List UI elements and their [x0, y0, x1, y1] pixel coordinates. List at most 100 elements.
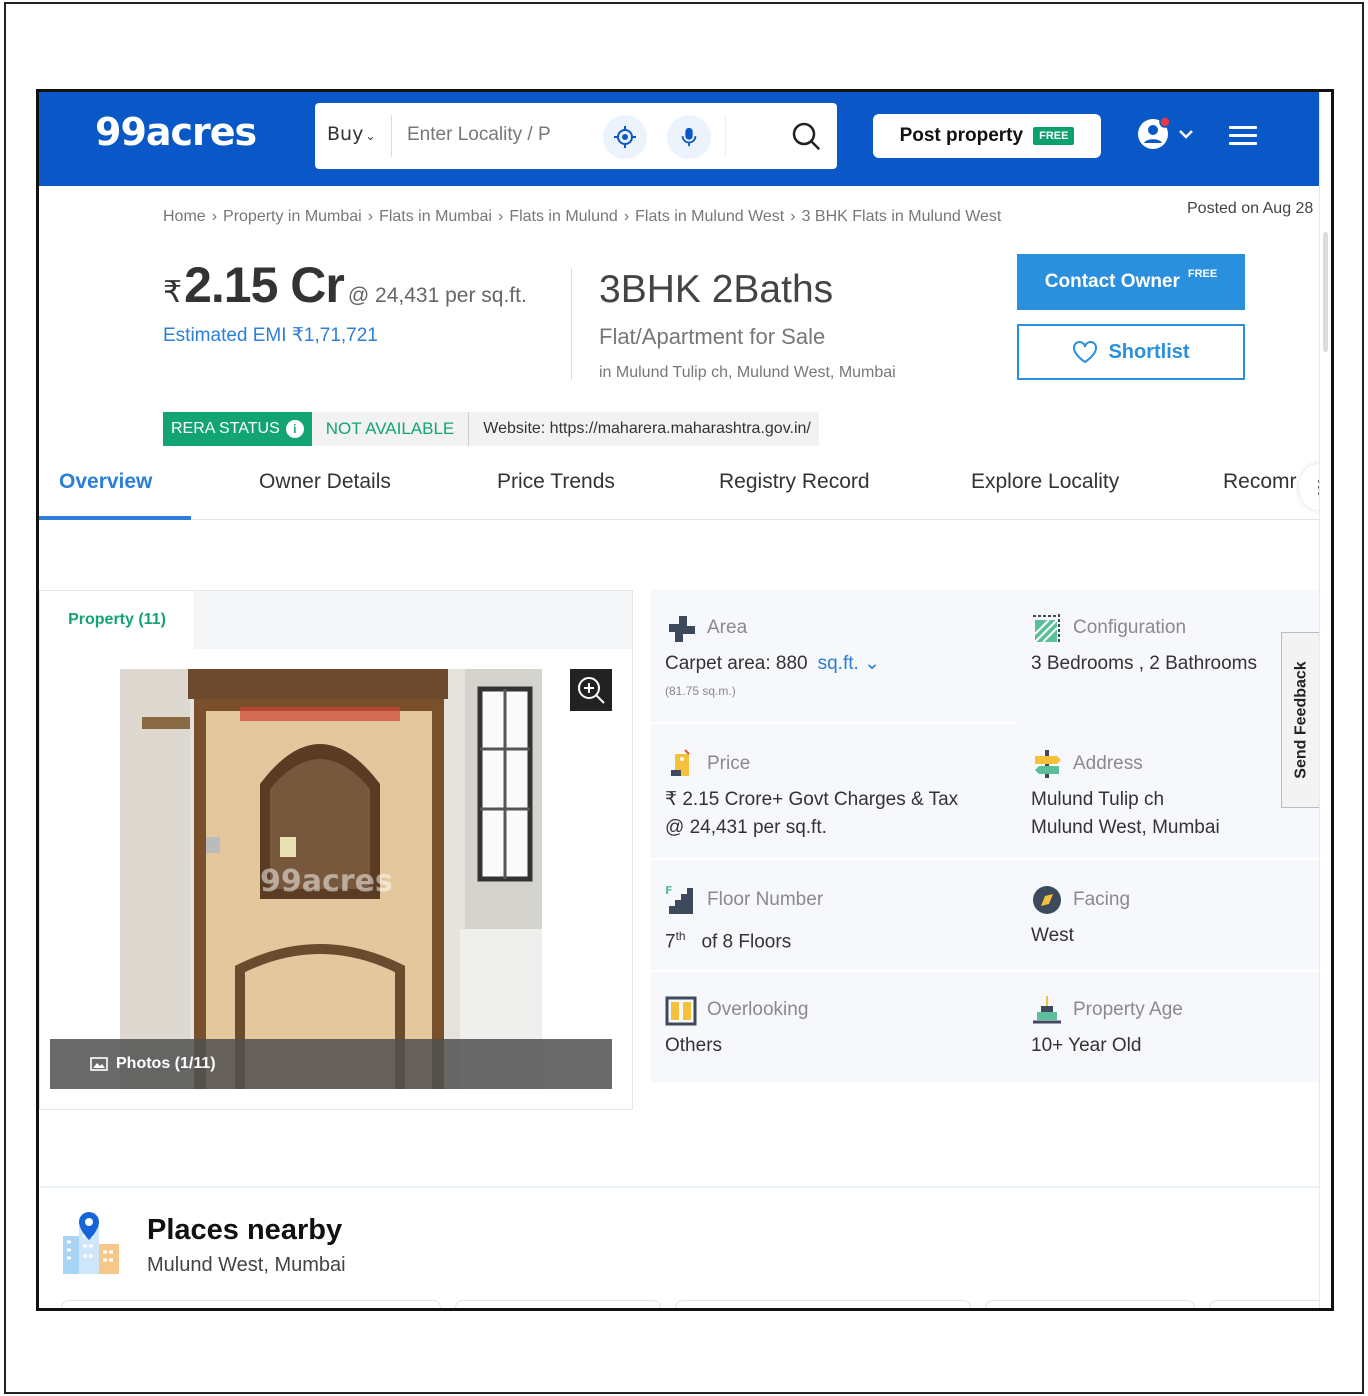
divider [651, 722, 1017, 724]
divider [725, 115, 726, 157]
rera-status-value: NOT AVAILABLE [311, 412, 469, 446]
shortlist-button[interactable]: Shortlist [1017, 324, 1245, 380]
tab-explore-locality[interactable]: Explore Locality [971, 470, 1119, 494]
nearby-card[interactable] [455, 1300, 661, 1308]
nearby-card[interactable] [985, 1300, 1195, 1308]
chevron-down-icon: ⌄ [864, 653, 880, 674]
tab-owner-details[interactable]: Owner Details [259, 470, 391, 494]
top-nav-bar: 99acres Buy⌄ Post property FREE [39, 92, 1322, 186]
detail-price: Price ₹ 2.15 Crore+ Govt Charges & Tax @… [665, 748, 1001, 842]
section-tabs: Overview Owner Details Price Trends Regi… [39, 462, 1331, 520]
chevron-down-icon [1179, 130, 1193, 139]
voice-search-button[interactable] [667, 115, 711, 159]
post-property-label: Post property [899, 125, 1024, 146]
tab-overview[interactable]: Overview [59, 470, 152, 494]
compass-icon [1033, 886, 1061, 914]
photo-count-bar[interactable]: Photos (1/11) [50, 1039, 612, 1089]
price-detail-line2: @ 24,431 per sq.ft. [665, 817, 827, 838]
tab-recommendations[interactable]: Recomr [1223, 470, 1297, 494]
site-logo[interactable]: 99acres [95, 110, 257, 154]
search-icon[interactable] [791, 121, 821, 151]
buy-dropdown[interactable]: Buy ⌄ [327, 123, 375, 145]
tab-registry-record[interactable]: Registry Record [719, 470, 870, 494]
divider [651, 858, 1323, 860]
breadcrumb-item[interactable]: 3 BHK Flats in Mulund West [802, 208, 1002, 226]
chevron-down-icon: ⌄ [365, 129, 376, 143]
floor-total: of 8 Floors [701, 931, 792, 953]
property-type: Flat/Apartment for Sale [599, 324, 826, 349]
rera-website: Website: https://maharera.maharashtra.go… [468, 412, 819, 446]
post-property-button[interactable]: Post property FREE [873, 114, 1101, 158]
places-nearby-icon [63, 1212, 119, 1274]
address-line2: Mulund West, Mumbai [1031, 817, 1220, 838]
divider [39, 1186, 1322, 1188]
target-location-icon [614, 126, 636, 148]
send-feedback-label: Send Feedback [1293, 661, 1310, 779]
detail-area: Area Carpet area: 880 sq.ft. ⌄ (81.75 sq.… [665, 612, 1001, 698]
property-photo[interactable]: 99acres [120, 669, 542, 1089]
floor-label: Floor Number [707, 889, 824, 910]
locate-me-button[interactable] [603, 115, 647, 159]
breadcrumb-item[interactable]: Home [163, 208, 206, 226]
configuration-icon [1033, 614, 1060, 643]
detail-overlooking: Overlooking Others [665, 994, 1001, 1060]
rera-status-row: RERA STATUS i NOT AVAILABLE Website: htt… [163, 412, 819, 446]
divider [571, 268, 572, 380]
breadcrumb-item[interactable]: Flats in Mulund West [635, 208, 784, 226]
breadcrumb-item[interactable]: Flats in Mumbai [379, 208, 492, 226]
floor-icon: F [665, 884, 693, 914]
area-unit-dropdown[interactable]: sq.ft. ⌄ [818, 653, 880, 674]
zoom-in-icon [578, 677, 605, 704]
page-scrollbar[interactable] [1319, 92, 1331, 1308]
breadcrumb-item[interactable]: Property in Mumbai [223, 208, 362, 226]
rera-status-badge[interactable]: RERA STATUS i [163, 412, 312, 446]
area-label: Area [707, 617, 748, 638]
gallery-tab-bar: Property (11) [40, 591, 632, 649]
breadcrumb-item[interactable]: Flats in Mulund [509, 208, 618, 226]
nearby-card[interactable] [1209, 1300, 1329, 1308]
divider [391, 115, 392, 157]
area-value: Carpet area: 880 [665, 653, 808, 674]
facing-label: Facing [1073, 889, 1131, 910]
contact-owner-label: Contact Owner [1044, 271, 1180, 292]
send-feedback-button[interactable]: Send Feedback [1281, 632, 1323, 808]
free-badge: FREE [1033, 127, 1075, 145]
places-nearby-subtitle: Mulund West, Mumbai [147, 1254, 346, 1276]
contact-owner-button[interactable]: Contact Owner FREE [1017, 254, 1245, 310]
property-location: in Mulund Tulip ch, Mulund West, Mumbai [599, 364, 896, 381]
area-icon [669, 616, 695, 642]
configuration-label: Configuration [1073, 617, 1187, 638]
property-age-label: Property Age [1073, 999, 1183, 1020]
estimated-emi-link[interactable]: Estimated EMI ₹1,71,721 [163, 324, 378, 347]
divider [651, 970, 1323, 972]
price-block: ₹ 2.15 Cr @ 24,431 per sq.ft. [163, 256, 527, 314]
rupee-symbol: ₹ [163, 275, 183, 310]
rera-status-label: RERA STATUS [171, 420, 280, 437]
price-value: 2.15 Cr [184, 257, 345, 313]
facing-value: West [1031, 925, 1074, 946]
search-box: Buy ⌄ [315, 103, 837, 169]
property-age-value: 10+ Year Old [1031, 1035, 1142, 1056]
price-tag-icon [671, 749, 690, 776]
nearby-card[interactable] [675, 1300, 971, 1308]
locality-search-input[interactable] [407, 121, 567, 149]
user-menu-button[interactable] [1137, 114, 1199, 154]
browser-viewport: 99acres Buy⌄ Post property FREE [36, 89, 1334, 1311]
listing-title: 3BHK 2Baths [599, 268, 834, 311]
overlooking-label: Overlooking [707, 999, 809, 1020]
price-label: Price [707, 753, 751, 774]
floor-suffix: th [675, 929, 686, 943]
zoom-in-button[interactable] [570, 669, 612, 711]
photo-count-label: Photos (1/11) [116, 1055, 216, 1072]
scrollbar-thumb[interactable] [1323, 232, 1328, 352]
detail-floor: F Floor Number 7th of 8 Floors [665, 884, 1001, 956]
watermark: 99acres [260, 864, 393, 899]
hamburger-menu-icon[interactable] [1229, 126, 1257, 146]
detail-facing: Facing West [1031, 884, 1331, 950]
tab-price-trends[interactable]: Price Trends [497, 470, 615, 494]
door-photo-image: 99acres [120, 669, 542, 1089]
nearby-card[interactable] [61, 1300, 441, 1308]
gallery-tab-property[interactable]: Property (11) [40, 591, 194, 649]
property-details-grid: Area Carpet area: 880 sq.ft. ⌄ (81.75 sq.… [651, 590, 1323, 1082]
photo-gallery: Property (11) 99acres Photos (1/11) [39, 590, 633, 1110]
